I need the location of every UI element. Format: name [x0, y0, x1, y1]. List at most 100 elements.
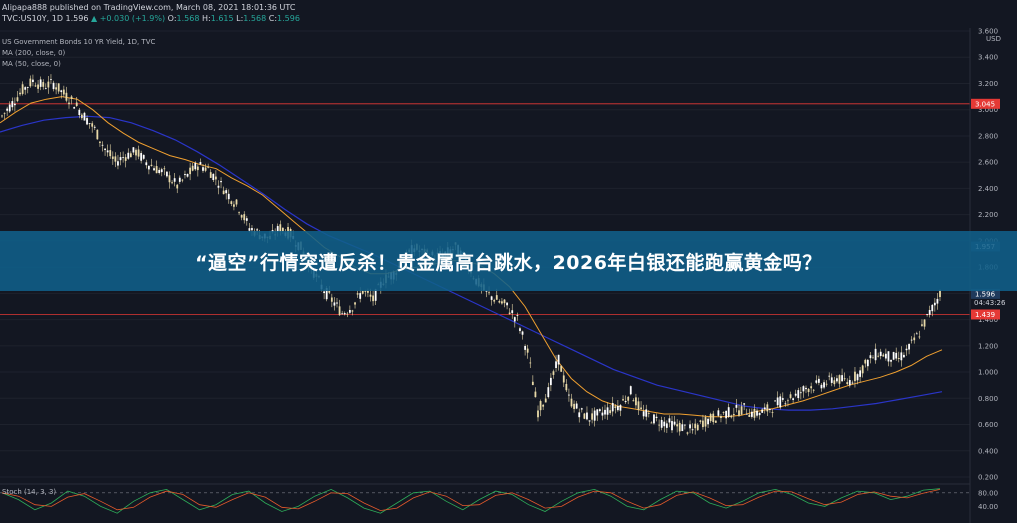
candle	[73, 106, 76, 109]
candle	[823, 379, 825, 390]
candle	[8, 101, 11, 113]
candle-body	[789, 394, 792, 398]
candle	[624, 395, 627, 404]
candle-body	[521, 331, 524, 335]
candle-body	[217, 185, 220, 188]
candle	[807, 387, 810, 397]
stoch-tick-label: 40.00	[978, 503, 998, 511]
candle	[635, 393, 637, 409]
candle-body	[122, 157, 125, 159]
candle-body	[740, 406, 743, 415]
candle-body	[34, 85, 37, 87]
candle-body	[727, 407, 730, 417]
candle-body	[926, 314, 929, 315]
candle	[171, 180, 173, 185]
candle-body	[601, 412, 604, 416]
legend-stoch[interactable]: Stoch (14, 3, 3)	[2, 488, 56, 496]
candle-body	[330, 297, 333, 302]
candle-body	[632, 400, 635, 402]
candle-body	[153, 168, 155, 171]
candle-body	[488, 292, 490, 294]
candle-body	[348, 309, 351, 313]
candle	[109, 144, 112, 159]
price-tag-text: 1.596	[975, 290, 996, 298]
candle-body	[642, 411, 645, 417]
candle	[918, 330, 921, 340]
candle-body	[372, 295, 374, 302]
candle-body	[568, 394, 570, 396]
candle-body	[127, 152, 130, 159]
candle	[756, 408, 758, 418]
candle-body	[24, 87, 27, 90]
candle	[681, 419, 684, 432]
candle-body	[354, 302, 356, 305]
candle	[29, 75, 32, 88]
candle-body	[753, 408, 756, 418]
candle	[189, 162, 192, 181]
candle	[859, 366, 862, 383]
candle	[874, 343, 877, 364]
candle-body	[6, 108, 9, 111]
candle-body	[702, 420, 704, 428]
candle-body	[707, 418, 709, 425]
candle	[629, 385, 632, 396]
candle	[490, 295, 493, 306]
candle-body	[854, 371, 856, 382]
candle-body	[52, 82, 55, 90]
y-tick-label: 0.400	[978, 447, 998, 455]
candle	[508, 308, 511, 315]
candle	[653, 413, 655, 425]
legend-ma50[interactable]: MA (50, close, 0)	[2, 60, 61, 68]
candle-body	[230, 201, 233, 204]
candle-body	[93, 126, 96, 128]
candle	[240, 214, 243, 221]
candle	[498, 299, 501, 304]
candle	[640, 401, 642, 411]
candle-body	[104, 148, 106, 150]
candle-body	[817, 378, 820, 383]
candle-body	[763, 407, 766, 410]
candle-body	[16, 97, 19, 102]
candle	[37, 80, 39, 94]
candle	[714, 420, 717, 424]
candle	[848, 375, 851, 388]
candle-body	[650, 422, 653, 424]
candle-body	[799, 392, 802, 394]
candle	[575, 401, 578, 410]
candle	[209, 169, 212, 178]
candle-body	[176, 184, 179, 189]
candle	[68, 97, 70, 109]
candle-body	[166, 171, 168, 177]
candle-body	[96, 129, 99, 140]
candle-body	[495, 295, 498, 300]
candle	[730, 414, 733, 419]
candle-body	[714, 420, 717, 423]
candle	[882, 353, 885, 357]
candle	[361, 290, 364, 295]
candle	[191, 162, 194, 172]
candle-body	[544, 398, 547, 403]
candle-body	[511, 310, 514, 314]
level-price-text: 3.045	[975, 100, 995, 108]
candle-body	[722, 412, 725, 413]
candle	[655, 413, 658, 422]
symbol-label[interactable]: TVC:US10Y, 1D	[2, 14, 63, 23]
candle	[565, 379, 568, 392]
candle-body	[882, 354, 885, 357]
candle-body	[135, 149, 137, 156]
candle	[549, 373, 552, 392]
candle-body	[843, 378, 846, 380]
candle-body	[787, 400, 789, 402]
candle	[707, 417, 709, 429]
candle-body	[645, 409, 648, 417]
candle-body	[915, 333, 918, 335]
candle-body	[748, 414, 751, 417]
candle	[892, 351, 895, 361]
legend-title[interactable]: US Government Bonds 10 YR Yield, 1D, TVC	[2, 38, 155, 46]
candle-body	[928, 310, 931, 315]
candle	[147, 165, 150, 175]
legend-ma200[interactable]: MA (200, close, 0)	[2, 49, 65, 57]
candle-body	[856, 374, 859, 381]
candle-body	[506, 302, 508, 306]
candle	[812, 389, 815, 393]
